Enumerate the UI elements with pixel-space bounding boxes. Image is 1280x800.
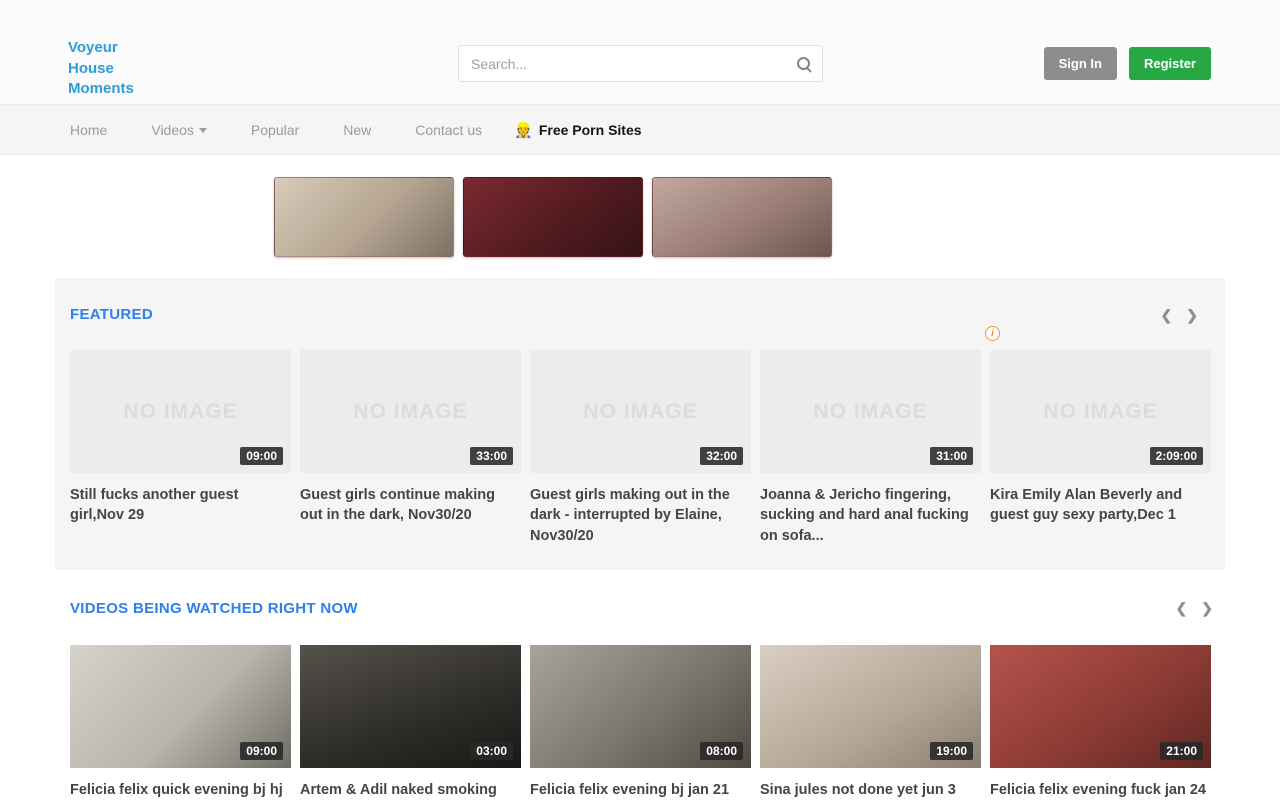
watching-cards: 09:00 Felicia felix quick evening bj hj … (70, 645, 1210, 800)
carousel-next-icon[interactable]: ❯ (1201, 601, 1213, 615)
nav-item-videos[interactable]: Videos (151, 122, 207, 138)
video-card[interactable]: NO IMAGE 2:09:00 Kira Emily Alan Beverly… (990, 350, 1211, 546)
site-header: Voyeur House Moments Sign In Register (0, 0, 1280, 105)
duration-badge: 32:00 (700, 447, 743, 465)
video-thumbnail[interactable]: 08:00 (530, 645, 751, 768)
video-thumbnail[interactable]: NO IMAGE 31:00 (760, 350, 981, 473)
video-title[interactable]: Felicia felix evening bj jan 21 (530, 780, 751, 800)
video-title[interactable]: Kira Emily Alan Beverly and guest guy se… (990, 485, 1211, 526)
duration-badge: 09:00 (240, 447, 283, 465)
video-thumbnail[interactable]: NO IMAGE 09:00 (70, 350, 291, 473)
search-input[interactable] (471, 56, 797, 72)
video-card[interactable]: 21:00 Felicia felix evening fuck jan 24 (990, 645, 1211, 800)
nav-item-new[interactable]: New (343, 122, 371, 138)
nav-item-home[interactable]: Home (70, 122, 107, 138)
video-card[interactable]: NO IMAGE 31:00 Joanna & Jericho fingerin… (760, 350, 981, 546)
video-card[interactable]: 19:00 Sina jules not done yet jun 3 (760, 645, 981, 800)
video-title[interactable]: Still fucks another guest girl,Nov 29 (70, 485, 291, 526)
video-title[interactable]: Felicia felix quick evening bj hj nov 4 (70, 780, 291, 800)
video-thumbnail[interactable]: NO IMAGE 33:00 (300, 350, 521, 473)
construction-worker-icon: 👷 (514, 121, 533, 139)
watching-section: VIDEOS BEING WATCHED RIGHT NOW ❮ ❯ 09:00… (70, 570, 1210, 800)
featured-section: FEATURED ❮ ❯ NO IMAGE 09:00 Still fucks … (55, 278, 1225, 570)
video-card[interactable]: 09:00 Felicia felix quick evening bj hj … (70, 645, 291, 800)
auth-buttons: Sign In Register (1044, 47, 1211, 80)
nav-item-videos-label: Videos (151, 122, 194, 138)
watching-section-title: VIDEOS BEING WATCHED RIGHT NOW (70, 600, 358, 617)
video-thumbnail[interactable]: 19:00 (760, 645, 981, 768)
nav-item-free-porn-sites[interactable]: 👷 Free Porn Sites (514, 121, 641, 139)
search-bar (458, 45, 823, 82)
main-nav: Home Videos Popular New Contact us 👷 Fre… (0, 105, 1280, 155)
carousel-next-icon[interactable]: ❯ (1186, 308, 1198, 322)
ad-banner: i (0, 155, 1280, 278)
video-title[interactable]: Felicia felix evening fuck jan 24 (990, 780, 1211, 800)
video-thumbnail[interactable]: 03:00 (300, 645, 521, 768)
carousel-prev-icon[interactable]: ❮ (1161, 308, 1173, 322)
nav-item-contact[interactable]: Contact us (415, 122, 482, 138)
chevron-down-icon (199, 128, 207, 133)
video-card[interactable]: NO IMAGE 09:00 Still fucks another guest… (70, 350, 291, 546)
ad-thumbnail[interactable] (463, 177, 643, 257)
carousel-prev-icon[interactable]: ❮ (1176, 601, 1188, 615)
video-title[interactable]: Artem & Adil naked smoking break 3 Aug 2… (300, 780, 521, 800)
video-card[interactable]: 08:00 Felicia felix evening bj jan 21 (530, 645, 751, 800)
ad-thumbnail[interactable] (652, 177, 832, 257)
search-icon[interactable] (797, 57, 810, 70)
video-thumbnail[interactable]: NO IMAGE 2:09:00 (990, 350, 1211, 473)
duration-badge: 08:00 (700, 742, 743, 760)
duration-badge: 2:09:00 (1150, 447, 1203, 465)
site-logo[interactable]: Voyeur House Moments (68, 38, 134, 100)
video-card[interactable]: 03:00 Artem & Adil naked smoking break 3… (300, 645, 521, 800)
featured-cards: NO IMAGE 09:00 Still fucks another guest… (70, 350, 1210, 546)
video-title[interactable]: Joanna & Jericho fingering, sucking and … (760, 485, 981, 546)
video-title[interactable]: Guest girls making out in the dark - int… (530, 485, 751, 546)
nav-item-popular[interactable]: Popular (251, 122, 299, 138)
duration-badge: 31:00 (930, 447, 973, 465)
video-thumbnail[interactable]: 09:00 (70, 645, 291, 768)
duration-badge: 19:00 (930, 742, 973, 760)
featured-section-title: FEATURED (70, 306, 153, 323)
ad-thumbnail[interactable] (274, 177, 454, 257)
ad-thumbnails (274, 177, 832, 257)
video-title[interactable]: Guest girls continue making out in the d… (300, 485, 521, 526)
video-card[interactable]: NO IMAGE 32:00 Guest girls making out in… (530, 350, 751, 546)
nav-promo-label: Free Porn Sites (539, 122, 642, 138)
video-card[interactable]: NO IMAGE 33:00 Guest girls continue maki… (300, 350, 521, 546)
ad-info-icon[interactable]: i (985, 326, 1000, 341)
register-button[interactable]: Register (1129, 47, 1211, 80)
sign-in-button[interactable]: Sign In (1044, 47, 1117, 80)
duration-badge: 21:00 (1160, 742, 1203, 760)
video-thumbnail[interactable]: NO IMAGE 32:00 (530, 350, 751, 473)
duration-badge: 03:00 (470, 742, 513, 760)
video-title[interactable]: Sina jules not done yet jun 3 (760, 780, 981, 800)
duration-badge: 09:00 (240, 742, 283, 760)
video-thumbnail[interactable]: 21:00 (990, 645, 1211, 768)
duration-badge: 33:00 (470, 447, 513, 465)
